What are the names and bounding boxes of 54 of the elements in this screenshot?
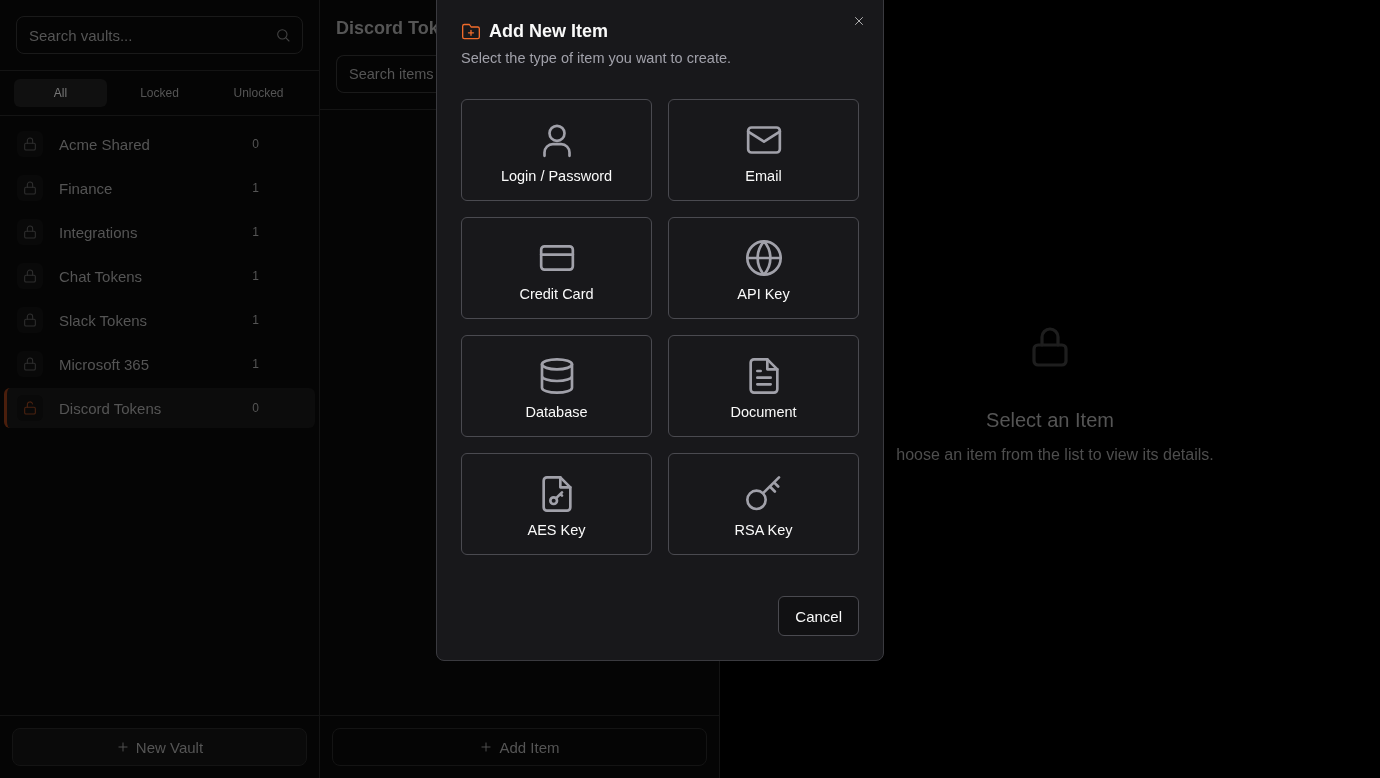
item-count: 0 [252, 137, 259, 151]
lock-icon [22, 312, 38, 328]
lock-icon [22, 224, 38, 240]
item-type-option[interactable]: Document [668, 335, 859, 437]
vault-item[interactable]: Slack Tokens 1 [4, 300, 315, 340]
unlocked-lock-icon [22, 400, 38, 416]
item-count: 1 [252, 269, 259, 283]
vault-item[interactable]: Finance 1 [4, 168, 315, 208]
dialog-title: Add New Item [489, 21, 608, 42]
item-type-option[interactable]: RSA Key [668, 453, 859, 555]
search-icon [275, 27, 291, 43]
item-type-option[interactable]: AES Key [461, 453, 652, 555]
lock-icon [22, 136, 38, 152]
empty-state-message: hoose an item from the list to view its details. [895, 445, 1214, 464]
item-type-option[interactable]: Email [668, 99, 859, 201]
item-type-option[interactable]: API Key [668, 217, 859, 319]
close-button[interactable] [852, 14, 866, 28]
item-count: 0 [252, 401, 259, 415]
vault-item[interactable]: Chat Tokens 1 [4, 256, 315, 296]
vault-name: Finance [59, 179, 114, 197]
globe-icon [743, 237, 784, 278]
item-count: 1 [252, 313, 259, 327]
lock-icon [22, 356, 38, 372]
folder-plus-icon [461, 21, 481, 42]
close-icon [852, 14, 866, 28]
vault-name: Acme Shared [59, 135, 151, 153]
item-count: 1 [252, 181, 259, 195]
vault-item[interactable]: Integrations 1 [4, 212, 315, 252]
vault-item[interactable]: Discord Tokens 0 [4, 388, 315, 428]
vault-name: Discord Tokens [59, 399, 163, 417]
empty-state-title: Select an Item [986, 408, 1114, 432]
filter-tab[interactable]: Unlocked [212, 79, 305, 107]
vault-item[interactable]: Acme Shared 0 [4, 124, 315, 164]
vault-item[interactable]: Microsoft 365 1 [4, 344, 315, 384]
vault-name: Microsoft 365 [59, 355, 151, 373]
plus-icon [115, 740, 130, 754]
dialog-subtitle: Select the type of item you want to create. [461, 50, 732, 66]
add-item-button[interactable]: Add Item [332, 728, 707, 766]
item-count: 1 [252, 225, 259, 239]
lock-icon [22, 268, 38, 284]
item-type-option[interactable]: Credit Card [461, 217, 652, 319]
item-type-option[interactable]: Database [461, 335, 652, 437]
lock-icon [22, 180, 38, 196]
vault-name: Chat Tokens [59, 267, 144, 285]
item-count: 1 [252, 357, 259, 371]
item-type-option[interactable]: Login / Password [461, 99, 652, 201]
vault-name: Integrations [59, 223, 139, 241]
filter-tab[interactable]: All [14, 79, 107, 107]
plus-icon [479, 740, 494, 754]
filter-tab[interactable]: Locked [113, 79, 206, 107]
search-field[interactable]: Search vaults... [16, 16, 303, 54]
new-vault-button[interactable]: New Vault [12, 728, 307, 766]
vault-name: Slack Tokens [59, 311, 149, 329]
cancel-button[interactable]: Cancel [778, 596, 859, 636]
